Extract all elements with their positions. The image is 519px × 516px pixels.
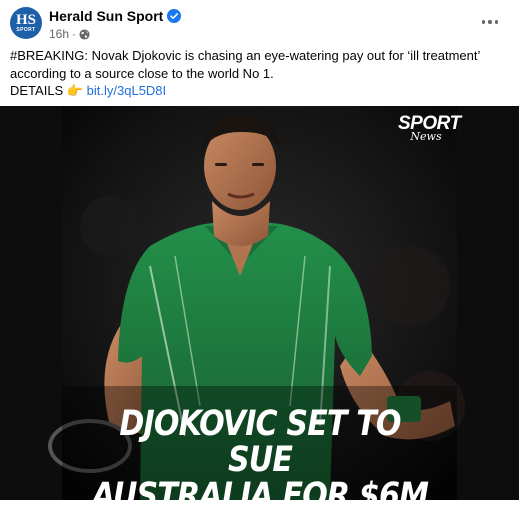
more-options-icon[interactable] [478, 12, 502, 32]
post-meta: 16h · [49, 27, 90, 41]
headline-line-1: DJOKOVIC SET TO SUE [119, 404, 401, 480]
page-name-link[interactable]: Herald Sun Sport [49, 8, 163, 24]
facebook-post: HS SPORT Herald Sun Sport 16h · #BREAKIN… [0, 0, 519, 514]
image-headline: DJOKOVIC SET TO SUE AUSTRALIA FOR $6M [88, 406, 432, 514]
post-message: #BREAKING: Novak Djokovic is chasing an … [10, 48, 480, 81]
globe-icon[interactable] [79, 28, 90, 40]
page-avatar[interactable]: HS SPORT [10, 7, 42, 39]
post-link[interactable]: bit.ly/3qL5D8I [87, 83, 167, 98]
verified-badge-icon [167, 9, 182, 23]
details-label: DETAILS [10, 83, 64, 98]
avatar-logo-text: HS [15, 11, 36, 28]
meta-separator: · [72, 27, 77, 41]
pointing-hand-emoji: 👉 [66, 83, 84, 98]
post-timestamp[interactable]: 16h [49, 27, 69, 41]
avatar-logo-subtext: SPORT [16, 26, 36, 33]
page-name-row: Herald Sun Sport [49, 8, 182, 24]
headline-line-2: AUSTRALIA FOR $6M [91, 476, 429, 516]
sport-news-logo: SPORT News [398, 114, 461, 142]
details-line: DETAILS 👉 bit.ly/3qL5D8I [10, 82, 166, 100]
